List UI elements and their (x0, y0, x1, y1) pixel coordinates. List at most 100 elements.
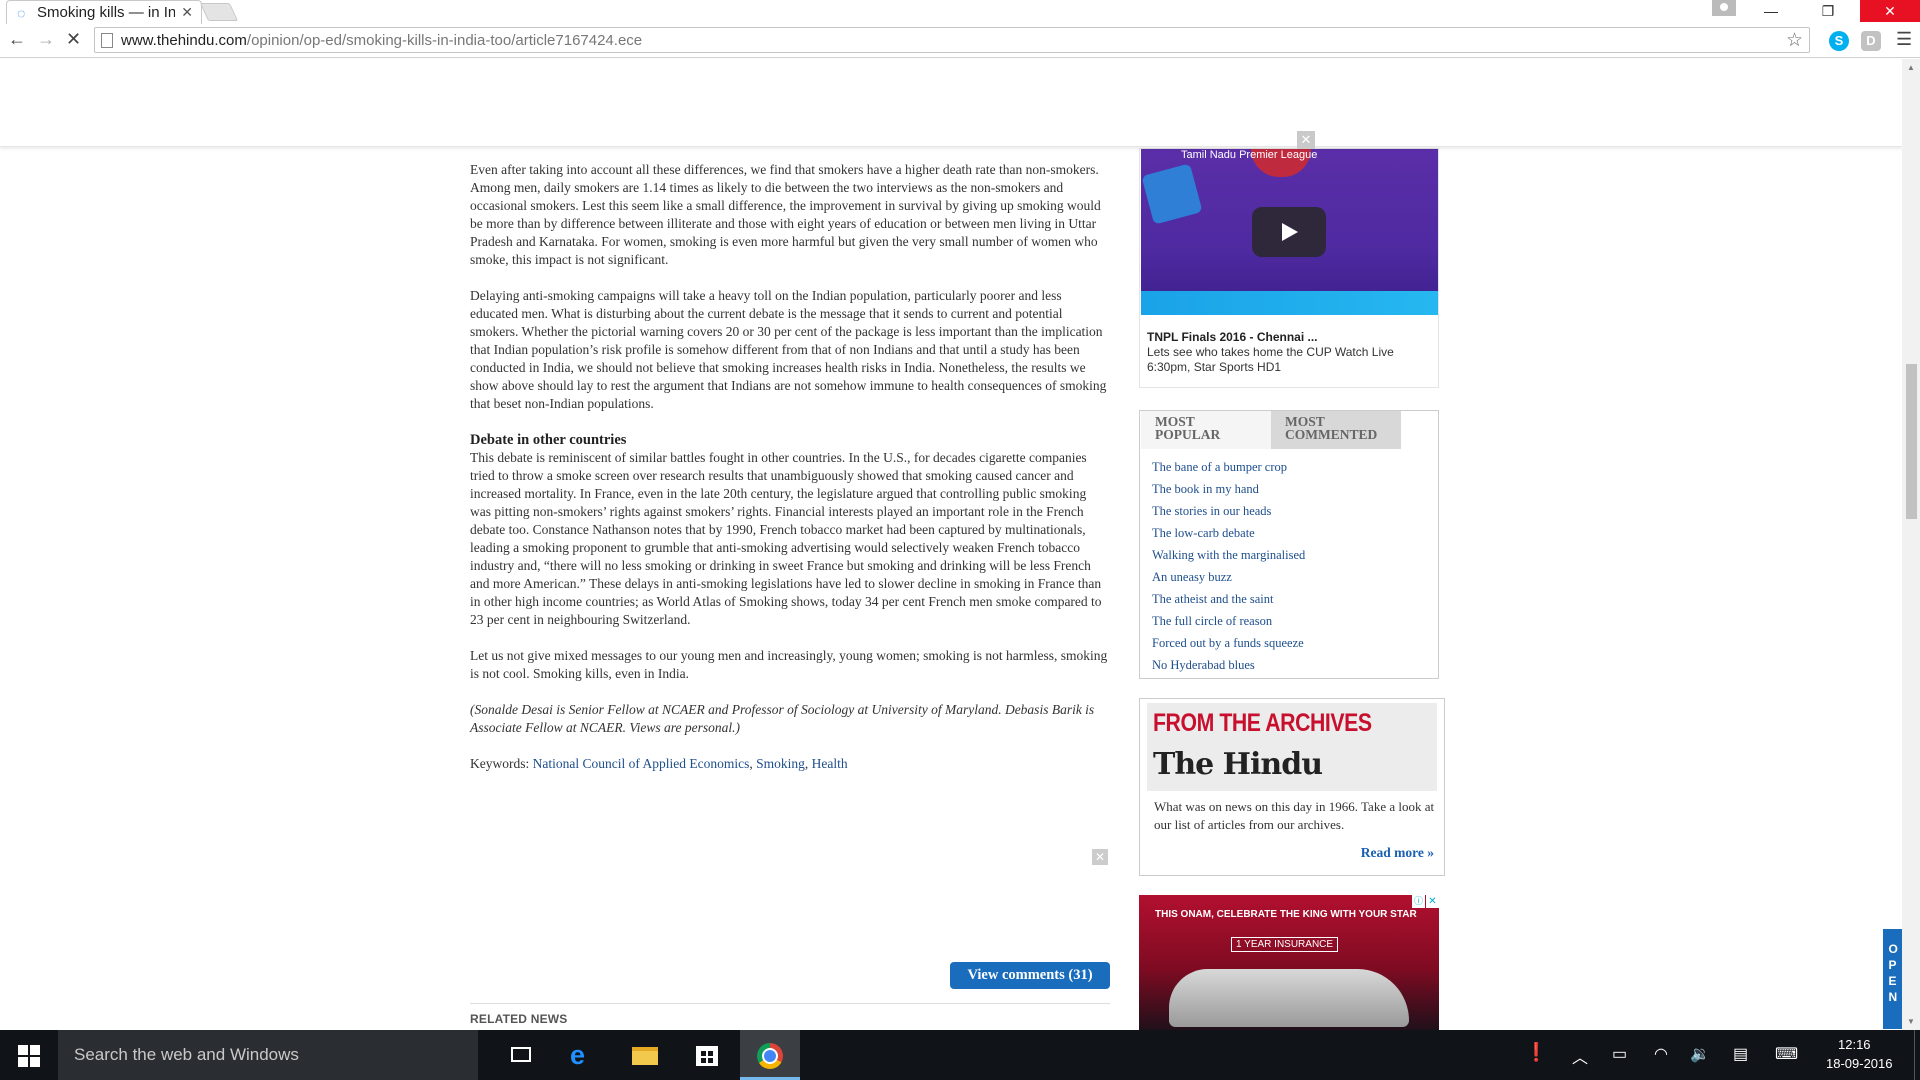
tab-most-popular[interactable]: MOST POPULAR (1141, 411, 1271, 449)
most-popular-widget: MOST POPULAR MOST COMMENTED The bane of … (1139, 410, 1439, 679)
new-tab-button[interactable] (199, 3, 239, 21)
popular-link[interactable]: The book in my hand (1152, 478, 1305, 500)
popular-list: The bane of a bumper crop The book in my… (1152, 456, 1305, 676)
address-bar[interactable]: www.thehindu.com/opinion/op-ed/smoking-k… (94, 27, 1810, 53)
ad-headline: THIS ONAM, CELEBRATE THE KING WITH YOUR … (1155, 909, 1417, 920)
related-news-heading: RELATED NEWS (470, 1012, 568, 1026)
url-text[interactable]: www.thehindu.com/opinion/op-ed/smoking-k… (121, 32, 642, 49)
search-placeholder: Search the web and Windows (74, 1045, 299, 1064)
tnpl-logo (1141, 163, 1203, 225)
popular-link[interactable]: Forced out by a funds squeeze (1152, 632, 1305, 654)
play-icon[interactable] (1252, 207, 1326, 257)
article-subheading: Debate in other countries (470, 432, 627, 448)
menu-icon[interactable]: ☰ (1896, 29, 1912, 50)
keyword-link[interactable]: National Council of Applied Economics (533, 756, 750, 771)
ad-close-icon[interactable]: ✕ (1092, 849, 1108, 865)
scrollbar-thumb[interactable] (1906, 364, 1917, 519)
article-body: Even after taking into account all these… (470, 161, 1110, 791)
d-extension-icon[interactable]: D (1861, 31, 1881, 51)
keyboard-icon[interactable]: ⌨ (1775, 1044, 1798, 1064)
chrome-icon[interactable] (757, 1043, 783, 1069)
video-description: Lets see who takes home the CUP Watch Li… (1147, 345, 1394, 374)
car-image (1169, 969, 1409, 1027)
skype-extension-icon[interactable]: S (1829, 31, 1849, 51)
article-paragraph: Delaying anti-smoking campaigns will tak… (470, 288, 1107, 411)
close-window-button[interactable]: ✕ (1860, 0, 1920, 22)
popular-link[interactable]: Walking with the marginalised (1152, 544, 1305, 566)
keyword-link[interactable]: Smoking (756, 756, 805, 771)
popular-link[interactable]: The atheist and the saint (1152, 588, 1305, 610)
battery-icon[interactable]: ▭ (1612, 1044, 1627, 1064)
back-icon[interactable]: ← (8, 29, 26, 50)
tab-title: Smoking kills — in India too (37, 4, 175, 21)
video-channel-name: Tamil Nadu Premier League (1181, 149, 1318, 161)
video-thumbnail[interactable]: Tamil Nadu Premier League (1141, 149, 1438, 315)
keyword-link[interactable]: Health (812, 756, 848, 771)
view-comments-button[interactable]: View comments (31) (950, 962, 1110, 989)
article-paragraph: This debate is reminiscent of similar ba… (470, 450, 1102, 627)
windows-taskbar: Search the web and Windows e ❗ ︿ ▭ ◠ 🔉 ▤… (0, 1030, 1920, 1080)
popular-link[interactable]: An uneasy buzz (1152, 566, 1305, 588)
open-side-tab[interactable]: OPEN (1883, 929, 1902, 1029)
store-icon[interactable] (692, 1040, 722, 1070)
browser-toolbar: ← → ✕ www.thehindu.com/opinion/op-ed/smo… (0, 24, 1920, 58)
page-scrollbar[interactable]: ▲ ▼ (1902, 59, 1920, 1030)
wifi-icon[interactable]: ◠ (1654, 1044, 1668, 1064)
keywords-row: Keywords: National Council of Applied Ec… (470, 756, 848, 771)
archives-heading: FROM THE ARCHIVES (1153, 709, 1372, 737)
tab-most-commented[interactable]: MOST COMMENTED (1271, 411, 1401, 449)
video-title[interactable]: TNPL Finals 2016 - Chennai ... (1147, 330, 1318, 344)
action-center-icon[interactable]: ▤ (1733, 1044, 1748, 1064)
sponsor-strip (1141, 291, 1438, 315)
loading-icon: ◌ (17, 5, 26, 21)
popular-link[interactable]: The low-carb debate (1152, 522, 1305, 544)
ad-subline: 1 YEAR INSURANCE (1231, 937, 1339, 952)
file-explorer-icon[interactable] (630, 1040, 660, 1070)
minimize-button[interactable]: — (1746, 0, 1796, 22)
author-byline: (Sonalde Desai is Senior Fellow at NCAER… (470, 702, 1095, 735)
keywords-label: Keywords: (470, 756, 530, 771)
show-desktop-button[interactable] (1914, 1030, 1920, 1080)
task-view-icon[interactable] (507, 1040, 537, 1070)
clock-date[interactable]: 18-09-2016 (1826, 1056, 1893, 1071)
tab-close-icon[interactable]: ✕ (181, 4, 193, 21)
page-icon (101, 33, 113, 48)
notification-app-icon[interactable]: ❗ (1525, 1042, 1547, 1063)
popular-link[interactable]: The full circle of reason (1152, 610, 1305, 632)
taskbar-search-box[interactable]: Search the web and Windows (58, 1030, 478, 1080)
scroll-down-icon[interactable]: ▼ (1907, 1017, 1915, 1026)
article-paragraph: Even after taking into account all these… (470, 162, 1101, 267)
browser-tab[interactable]: ◌ Smoking kills — in India too ✕ (6, 0, 202, 24)
video-ad-close-icon[interactable]: ✕ (1297, 131, 1315, 149)
article-paragraph: Let us not give mixed messages to our yo… (470, 648, 1108, 681)
archives-description: What was on news on this day in 1966. Ta… (1154, 799, 1435, 832)
forward-icon[interactable]: → (37, 29, 55, 50)
read-more-link[interactable]: Read more » (1361, 845, 1434, 861)
url-path: /opinion/op-ed/smoking-kills-in-india-to… (246, 32, 643, 49)
profile-icon[interactable] (1712, 0, 1736, 16)
popular-link[interactable]: No Hyderabad blues (1152, 654, 1305, 676)
hindu-masthead-logo: The Hindu (1153, 747, 1323, 782)
advertisement-banner[interactable]: THIS ONAM, CELEBRATE THE KING WITH YOUR … (1139, 895, 1439, 1030)
archives-banner[interactable]: FROM THE ARCHIVES The Hindu (1147, 703, 1437, 791)
popular-link[interactable]: The bane of a bumper crop (1152, 456, 1305, 478)
volume-icon[interactable]: 🔉 (1690, 1044, 1710, 1064)
scroll-up-icon[interactable]: ▲ (1907, 63, 1915, 72)
restore-button[interactable]: ❐ (1803, 0, 1853, 22)
clock-time[interactable]: 12:16 (1838, 1037, 1871, 1052)
browser-title-bar: ◌ Smoking kills — in India too ✕ — ❐ ✕ (0, 0, 1920, 24)
windows-start-icon[interactable] (18, 1045, 40, 1067)
stop-loading-icon[interactable]: ✕ (66, 29, 81, 50)
video-widget[interactable]: Tamil Nadu Premier League TNPL Finals 20… (1139, 148, 1439, 388)
site-header-band (0, 59, 1902, 147)
show-hidden-icons-icon[interactable]: ︿ (1572, 1044, 1588, 1068)
popular-link[interactable]: The stories in our heads (1152, 500, 1305, 522)
adchoices-icon[interactable]: ⓘ (1412, 895, 1425, 908)
archives-widget: FROM THE ARCHIVES The Hindu What was on … (1139, 698, 1445, 876)
divider (470, 1003, 1110, 1004)
bookmark-star-icon[interactable]: ☆ (1786, 29, 1803, 52)
ad-close-icon[interactable]: ✕ (1426, 895, 1439, 908)
edge-icon[interactable]: e (570, 1040, 600, 1070)
url-domain: www.thehindu.com (121, 32, 247, 49)
page-viewport: Even after taking into account all these… (0, 59, 1902, 1030)
